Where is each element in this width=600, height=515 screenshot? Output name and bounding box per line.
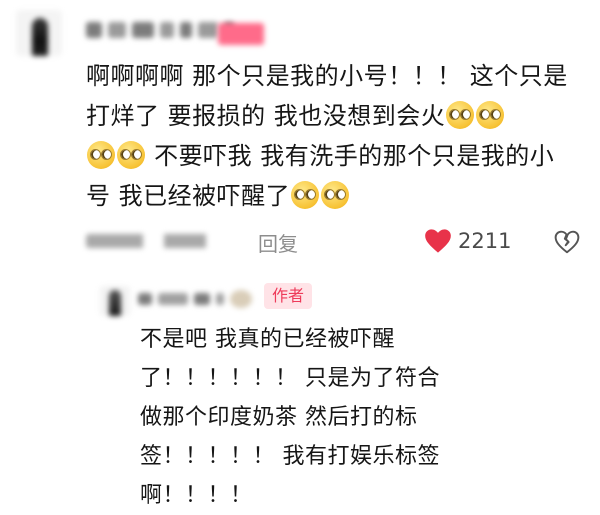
flushed-face-emoji-icon [117,141,145,169]
comment-text-part-2: 不要吓我 我有洗手的那个只是我的小号 我已经被吓醒了 [86,142,555,210]
username-blurred[interactable] [86,18,234,42]
flushed-face-emoji-icon [476,101,505,129]
like-count: 2211 [458,229,512,253]
reply-text: 不是吧 我真的已经被吓醒 了！！！！！！ 只是为了符合做那个印度奶茶 然后打的标… [140,327,440,508]
comment-meta-row: 回复 2211 [86,228,586,256]
flushed-face-emoji-icon [87,141,115,169]
author-badge: 作者 [264,283,312,309]
avatar[interactable] [16,10,62,56]
broken-heart-icon[interactable] [554,230,580,254]
reply-button[interactable]: 回复 [258,228,298,257]
heart-icon [425,229,451,253]
reply-avatar[interactable] [100,286,130,316]
timestamp-blurred [86,234,236,248]
flushed-face-emoji-icon [291,181,320,209]
comment-text: 啊啊啊啊 那个只是我的小号！！！ 这个只是打烊了 要报损的 我也没想到会火 不要… [86,56,576,216]
like-button[interactable]: 2211 [424,228,511,254]
reply-username-blurred[interactable] [138,290,252,308]
flushed-face-emoji-icon [446,101,475,129]
user-badge-blurred [218,23,264,45]
flushed-face-emoji-icon [321,181,350,209]
